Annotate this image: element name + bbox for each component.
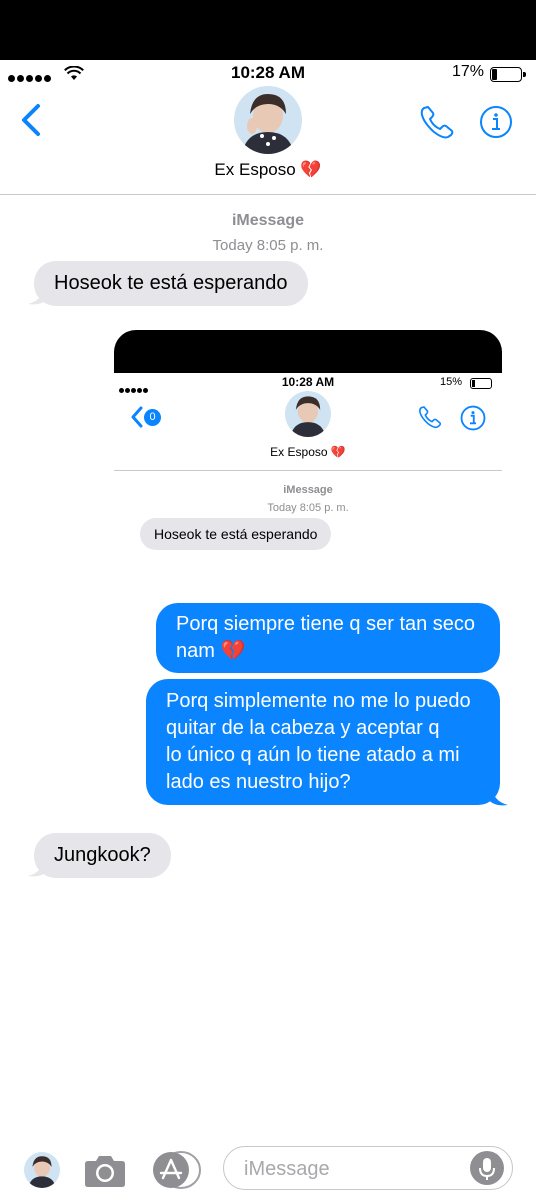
contact-avatar[interactable]	[234, 86, 302, 154]
message-text: Hoseok te está esperando	[54, 272, 288, 294]
sent-message-bubble[interactable]: Porq siempre tiene q ser tan seco nam 💔	[156, 603, 500, 673]
embedded-service-label: iMessage	[283, 484, 333, 496]
battery-icon	[490, 67, 526, 82]
embedded-screenshot-image[interactable]: 10:28 AM 15% 0 Ex Esposo 💔 iMessage Toda…	[114, 330, 502, 570]
embedded-received-bubble: Hoseok te está esperando	[140, 518, 332, 550]
message-text: Jungkook?	[54, 844, 151, 866]
embedded-contact-name: Ex Esposo 💔	[270, 445, 346, 459]
microphone-icon[interactable]	[470, 1151, 504, 1185]
sent-message-bubble[interactable]: Porq simplemente no me lo puedo quitar d…	[146, 679, 500, 805]
message-line: Porq simplemente no me lo puedo	[166, 690, 471, 712]
back-chevron-icon[interactable]	[20, 104, 42, 136]
embedded-timestamp: Today 8:05 p. m.	[267, 502, 349, 514]
message-input-placeholder: iMessage	[244, 1158, 330, 1180]
bubble-tail	[488, 785, 508, 806]
bubble-tail	[28, 284, 48, 305]
camera-icon[interactable]	[84, 1152, 126, 1188]
message-input[interactable]: iMessage	[223, 1146, 513, 1190]
service-label: iMessage	[231, 212, 305, 229]
received-message-bubble[interactable]: Hoseok te está esperando	[34, 261, 308, 306]
phone-icon	[419, 406, 442, 429]
back-chevron-icon	[131, 406, 143, 428]
thread-timestamp: Today 8:05 p. m.	[212, 237, 324, 254]
received-message-bubble[interactable]: Jungkook?	[34, 833, 171, 878]
info-icon[interactable]	[479, 105, 513, 139]
contact-avatar	[285, 391, 331, 437]
message-line: nam 💔	[176, 640, 246, 662]
battery-percent: 17%	[452, 63, 485, 80]
info-icon	[460, 405, 486, 431]
message-line: lo único q aún lo tiene atado a mi	[166, 744, 460, 766]
message-line: lado es nuestro hijo?	[166, 771, 351, 793]
top-black-bar	[0, 0, 536, 60]
contact-name[interactable]: Ex Esposo 💔	[0, 160, 536, 180]
embedded-battery-percent: 15%	[440, 376, 463, 388]
divider	[114, 470, 502, 471]
phone-icon[interactable]	[419, 104, 455, 140]
app-store-icon[interactable]	[151, 1151, 201, 1189]
unread-badge: 0	[144, 409, 161, 426]
bubble-tail	[28, 856, 48, 877]
message-line: quitar de la cabeza y aceptar q	[166, 717, 440, 739]
message-line: Porq siempre tiene q ser tan seco	[176, 613, 476, 635]
battery-icon	[470, 378, 492, 389]
memoji-avatar-button[interactable]	[24, 1152, 60, 1188]
message-text: Hoseok te está esperando	[154, 526, 318, 542]
status-bar: 10:28 AM 17%	[0, 60, 536, 86]
